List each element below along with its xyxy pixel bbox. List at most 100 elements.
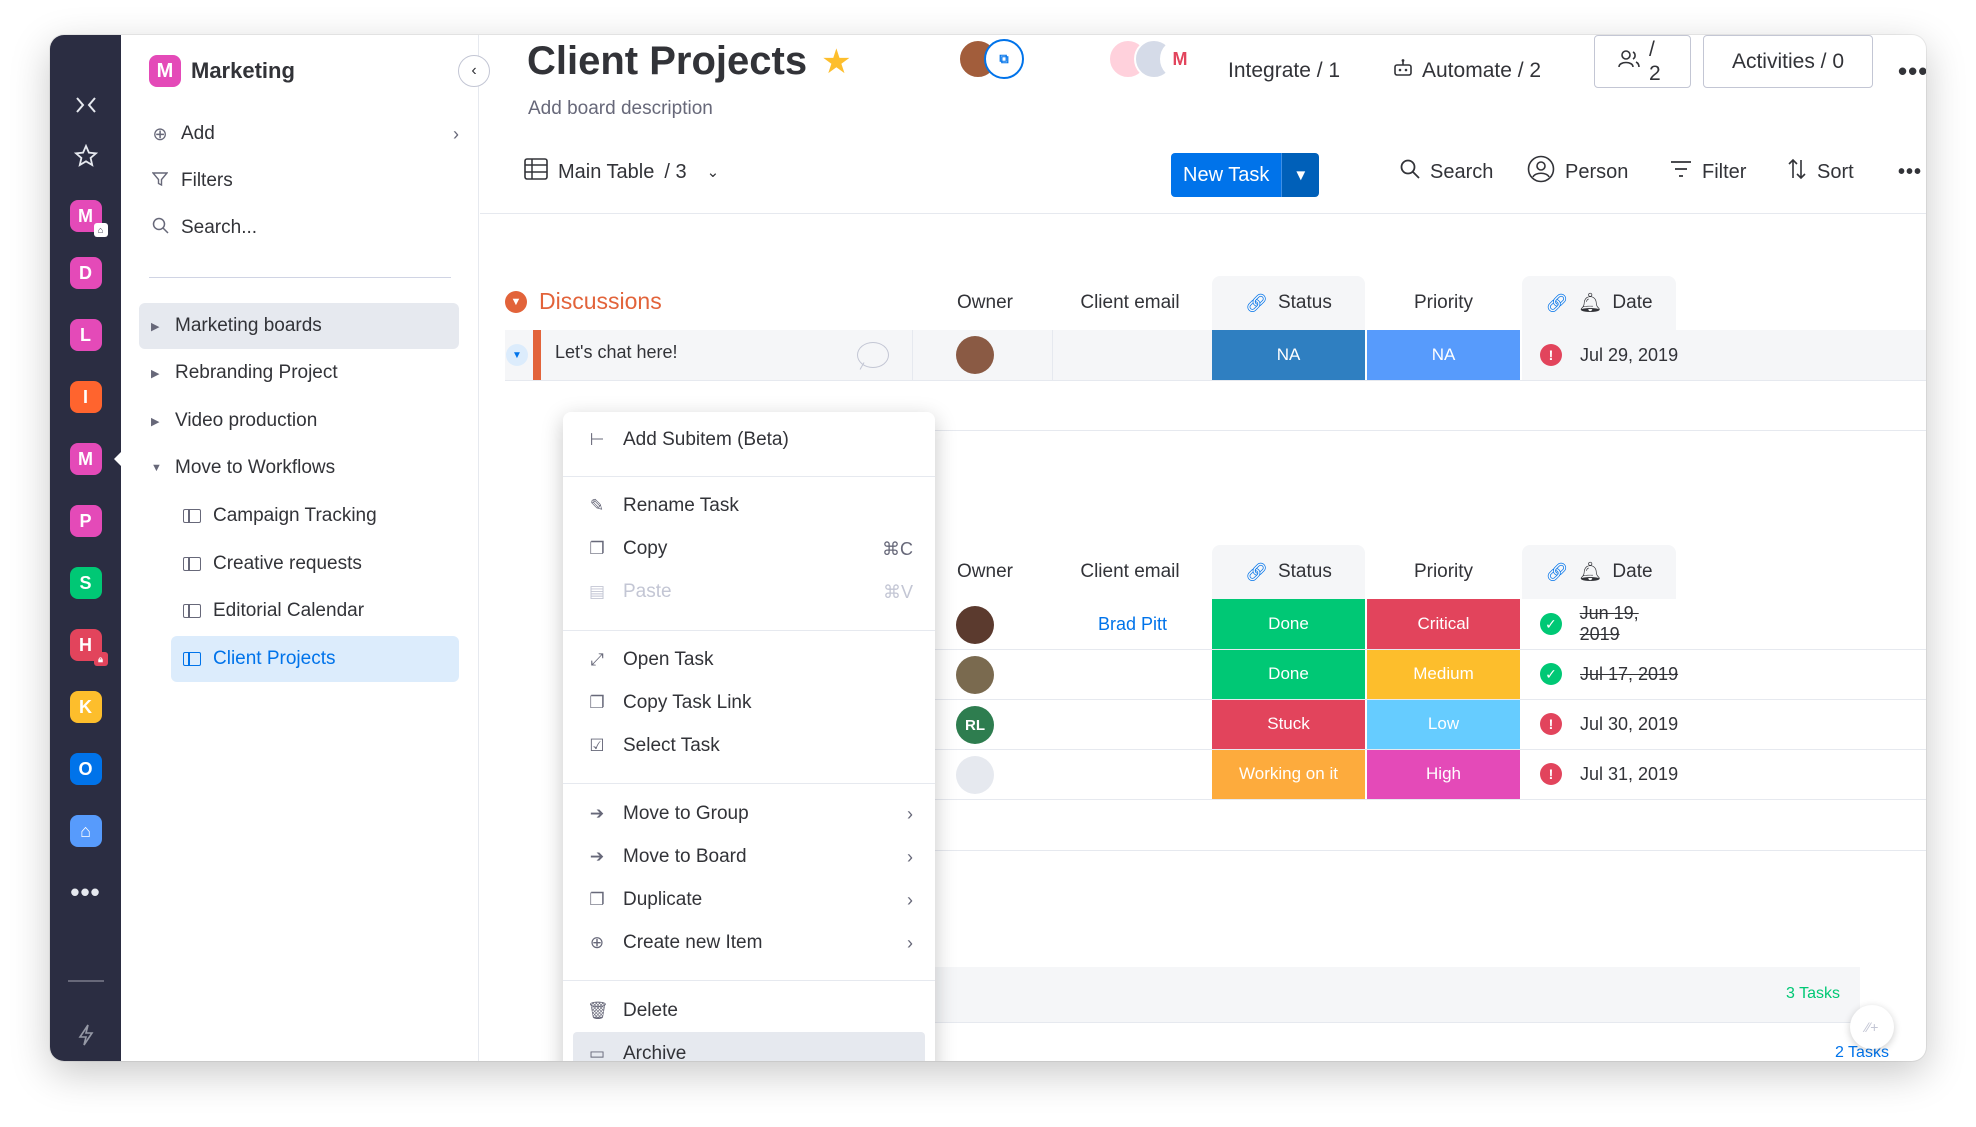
person-icon <box>1527 155 1555 189</box>
column-client-email[interactable]: Client email <box>1055 545 1205 599</box>
menu-add-subitem[interactable]: ⊢ Add Subitem (Beta) <box>573 418 925 462</box>
column-owner[interactable]: Owner <box>925 276 1045 330</box>
owner-avatar[interactable] <box>956 606 994 644</box>
workspace-d[interactable]: D <box>69 257 102 289</box>
owner-avatar[interactable] <box>956 336 994 374</box>
row-expand-icon[interactable]: ▼ <box>506 344 528 366</box>
board-title: Client Projects ★ <box>527 39 852 84</box>
priority-cell[interactable]: Medium <box>1367 649 1522 699</box>
sidebar-search[interactable]: Search... <box>149 217 459 239</box>
date-cell[interactable]: ! Jul 29, 2019 <box>1522 330 1682 380</box>
menu-move-to-group[interactable]: ➔ Move to Group › <box>573 792 925 836</box>
workspace-l[interactable]: L <box>69 319 102 351</box>
chevron-down-icon[interactable]: ▼ <box>1281 153 1320 197</box>
menu-delete[interactable]: 🗑︎ Delete <box>573 989 925 1033</box>
lightning-icon[interactable] <box>71 1020 101 1050</box>
owner-avatar[interactable] <box>956 756 994 794</box>
column-client-email[interactable]: Client email <box>1055 276 1205 330</box>
board-client-projects[interactable]: Client Projects <box>171 636 459 682</box>
workspace-m-home[interactable]: M ⌂ <box>69 200 108 237</box>
priority-cell[interactable]: Low <box>1367 699 1522 749</box>
date-cell[interactable]: ! Jul 30, 2019 <box>1522 699 1682 749</box>
favorites-star-icon[interactable] <box>71 141 101 171</box>
menu-archive[interactable]: ▭ Archive <box>573 1032 925 1061</box>
workspace-h[interactable]: H 🔒︎ <box>69 629 108 666</box>
menu-copy[interactable]: ❐ Copy ⌘C <box>573 527 925 571</box>
more-workspaces-icon[interactable]: ••• <box>70 877 101 907</box>
status-cell[interactable]: Working on it <box>1212 749 1367 799</box>
status-cell[interactable]: Stuck <box>1212 699 1367 749</box>
column-status[interactable]: 🔗︎ Status <box>1212 545 1365 599</box>
priority-cell[interactable]: High <box>1367 749 1522 799</box>
date-cell[interactable]: ✓ Jul 17, 2019 <box>1522 649 1682 699</box>
board-editorial-calendar[interactable]: Editorial Calendar <box>171 588 459 634</box>
folder-move-to-workflows[interactable]: ▼ Move to Workflows <box>139 445 459 491</box>
workspace-s[interactable]: S <box>69 567 102 599</box>
view-selector[interactable]: Main Table / 3 ⌄ <box>524 148 719 196</box>
column-status[interactable]: 🔗︎ Status <box>1212 276 1365 330</box>
workspace-home[interactable]: ⌂ <box>69 815 102 847</box>
status-cell[interactable]: NA <box>1212 330 1367 380</box>
board-title-text[interactable]: Client Projects <box>527 39 807 84</box>
owner-avatar[interactable] <box>956 656 994 694</box>
group-collapse-icon[interactable]: ▼ <box>505 290 527 313</box>
add-button[interactable]: ⊕ Add › <box>149 123 459 145</box>
date-cell[interactable]: ✓ Jun 19, 2019 <box>1522 599 1682 649</box>
workspace-m-active[interactable]: M <box>69 443 102 475</box>
magic-wand-button[interactable]: ⁄⁄+ <box>1850 1005 1894 1049</box>
priority-cell[interactable]: NA <box>1367 330 1522 380</box>
favorite-star-icon[interactable]: ★ <box>821 42 851 82</box>
menu-create-new-item[interactable]: ⊕ Create new Item › <box>573 921 925 965</box>
board-campaign-tracking[interactable]: Campaign Tracking <box>171 493 459 539</box>
group-discussions[interactable]: ▼ Discussions <box>505 288 662 315</box>
menu-copy-task-link[interactable]: ❐ Copy Task Link <box>573 681 925 725</box>
toolbar-more-button[interactable]: ••• <box>1898 148 1922 196</box>
sort-button[interactable]: Sort <box>1787 148 1854 196</box>
column-priority[interactable]: Priority <box>1367 545 1520 599</box>
date-cell[interactable]: ! Jul 31, 2019 <box>1522 749 1682 799</box>
column-priority[interactable]: Priority <box>1367 276 1520 330</box>
menu-open-task[interactable]: ⤢ Open Task <box>573 638 925 682</box>
folder-rebranding-project[interactable]: ▶ Rebranding Project <box>139 350 459 396</box>
board-creative-requests[interactable]: Creative requests <box>171 541 459 587</box>
task-name[interactable]: Let's chat here! <box>555 342 678 363</box>
workspace-p[interactable]: P <box>69 505 102 537</box>
workspace-o[interactable]: O <box>69 753 102 785</box>
workspace-i[interactable]: I <box>69 381 102 413</box>
board-subscribers[interactable]: ⧉ <box>958 39 1024 79</box>
column-owner[interactable]: Owner <box>925 545 1045 599</box>
column-date[interactable]: 🔗︎ 🔔︎ Date <box>1522 276 1676 330</box>
board-menu-button[interactable]: ••• <box>1898 47 1926 95</box>
comment-bubble-icon[interactable] <box>857 342 889 368</box>
folder-video-production[interactable]: ▶ Video production <box>139 398 459 444</box>
folder-marketing-boards[interactable]: ▶ Marketing boards <box>139 303 459 349</box>
link-icon: 🔗︎ <box>1545 561 1569 582</box>
expand-collapse-icon[interactable] <box>71 90 101 120</box>
column-date[interactable]: 🔗︎ 🔔︎ Date <box>1522 545 1676 599</box>
menu-duplicate[interactable]: ❐ Duplicate › <box>573 878 925 922</box>
menu-move-to-board[interactable]: ➔ Move to Board › <box>573 835 925 879</box>
chevron-down-icon: ⌄ <box>706 164 720 181</box>
workspace-k[interactable]: K <box>69 691 102 723</box>
status-cell[interactable]: Done <box>1212 599 1367 649</box>
menu-rename-task[interactable]: ✎ Rename Task <box>573 484 925 528</box>
client-email-cell[interactable]: Brad Pitt <box>1055 599 1210 649</box>
subitem-icon: ⊢ <box>589 430 605 449</box>
priority-cell[interactable]: Critical <box>1367 599 1522 649</box>
sidebar-divider <box>149 277 451 278</box>
owner-avatar-initials[interactable]: RL <box>956 706 994 744</box>
activities-button[interactable]: Activities / 0 <box>1703 35 1873 88</box>
new-task-button[interactable]: New Task ▼ <box>1171 153 1320 197</box>
automate-button[interactable]: Automate / 2 <box>1392 47 1541 95</box>
integrate-button[interactable]: Integrate / 1 <box>1228 47 1340 95</box>
search-button[interactable]: Search <box>1400 148 1493 196</box>
menu-select-task[interactable]: ☑ Select Task <box>573 724 925 768</box>
board-description[interactable]: Add board description <box>528 98 713 120</box>
filters-button[interactable]: Filters <box>149 170 459 192</box>
alert-icon: ! <box>1540 763 1562 785</box>
members-button[interactable]: / 2 <box>1594 35 1691 88</box>
workspace-header[interactable]: M Marketing <box>149 55 295 87</box>
status-cell[interactable]: Done <box>1212 649 1367 699</box>
filter-button[interactable]: Filter <box>1670 148 1746 196</box>
person-filter-button[interactable]: Person <box>1527 148 1628 196</box>
